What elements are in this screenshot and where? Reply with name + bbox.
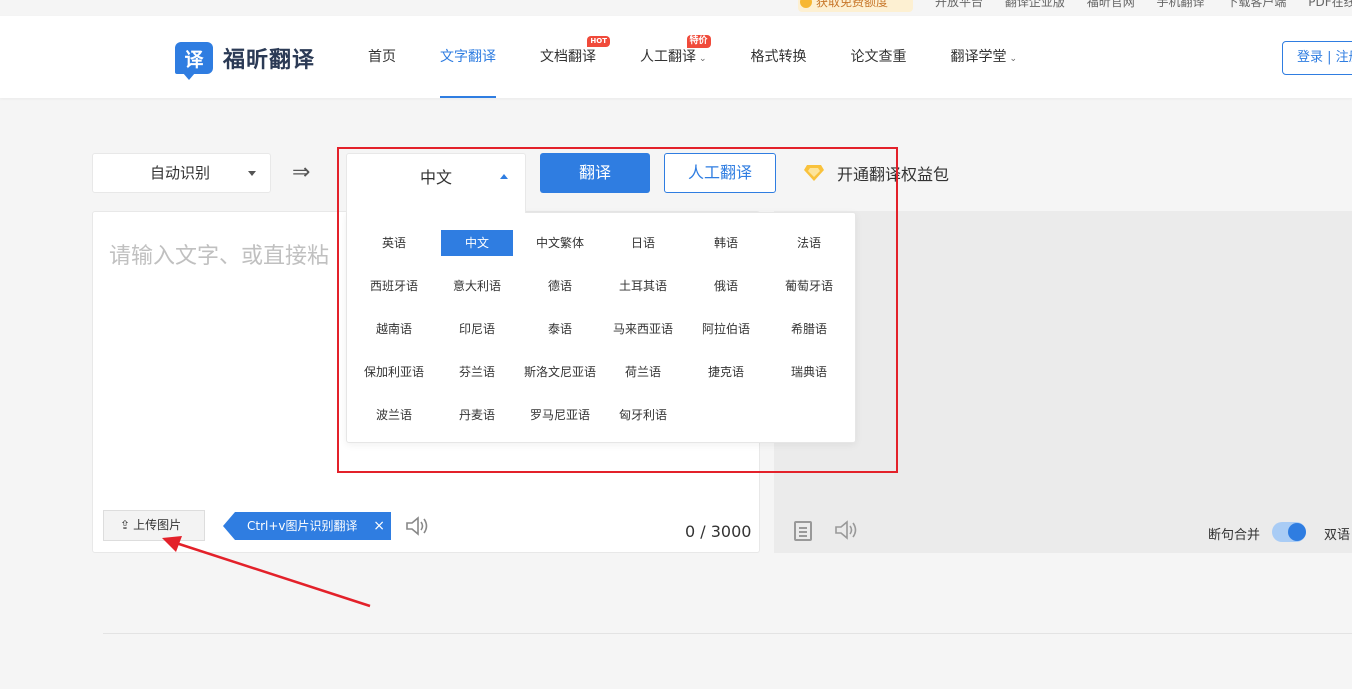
- language-option[interactable]: 斯洛文尼亚语: [524, 359, 596, 385]
- paste-image-tip: Ctrl+v图片识别翻译 ×: [223, 512, 391, 540]
- top-links: 开放平台 翻译企业版 福昕官网 手机翻译 下载客户端 PDF在线: [935, 0, 1352, 10]
- char-counter: 0 / 3000: [685, 522, 752, 541]
- language-grid: 英语 中文 中文繁体 日语 韩语 法语西班牙语 意大利语 德语 土耳其语 俄语 葡萄牙语越南语 印尼语…: [358, 230, 856, 445]
- nav-home[interactable]: 首页: [368, 16, 396, 98]
- language-option[interactable]: 德语: [524, 273, 596, 299]
- language-option[interactable]: 保加利亚语: [358, 359, 430, 385]
- top-link[interactable]: 翻译企业版: [1005, 0, 1065, 9]
- language-option[interactable]: 匈牙利语: [607, 402, 679, 428]
- language-option[interactable]: 日语: [607, 230, 679, 256]
- language-option[interactable]: 法语: [773, 230, 845, 256]
- chevron-down-icon: ⌄: [699, 54, 707, 64]
- language-option[interactable]: 阿拉伯语: [690, 316, 762, 342]
- logo-icon: 译: [175, 42, 213, 80]
- sentence-merge-label: 断句合并: [1208, 528, 1261, 543]
- language-option[interactable]: 波兰语: [358, 402, 430, 428]
- top-link[interactable]: 福昕官网: [1087, 0, 1135, 9]
- language-option[interactable]: 丹麦语: [441, 402, 513, 428]
- language-option[interactable]: 希腊语: [773, 316, 845, 342]
- target-language-dropdown: 英语 中文 中文繁体 日语 韩语 法语西班牙语 意大利语 德语 土耳其语 俄语 葡萄牙语越南语 印尼语…: [346, 212, 856, 443]
- language-option[interactable]: 俄语: [690, 273, 762, 299]
- nav-human-translate[interactable]: 人工翻译 ⌄ 特价: [640, 16, 711, 98]
- language-option[interactable]: 荷兰语: [607, 359, 679, 385]
- language-option[interactable]: 瑞典语: [773, 359, 845, 385]
- speaker-icon[interactable]: [834, 519, 858, 541]
- language-option[interactable]: 罗马尼亚语: [524, 402, 596, 428]
- translate-button[interactable]: 翻译: [540, 153, 650, 193]
- close-icon[interactable]: ×: [373, 512, 385, 540]
- language-option[interactable]: 英语: [358, 230, 430, 256]
- top-strip: 获取免费额度 开放平台 翻译企业版 福昕官网 手机翻译 下载客户端 PDF在线: [0, 0, 1352, 16]
- top-link[interactable]: 手机翻译: [1157, 0, 1205, 9]
- divider: [103, 633, 1352, 634]
- logo-text: 福昕翻译: [223, 48, 316, 73]
- vip-package-link[interactable]: 开通翻译权益包: [803, 161, 949, 185]
- language-option[interactable]: 印尼语: [441, 316, 513, 342]
- language-option[interactable]: 西班牙语: [358, 273, 430, 299]
- source-placeholder: 请输入文字、或直接粘: [109, 244, 330, 269]
- sentence-merge-toggle[interactable]: [1272, 522, 1306, 542]
- translation-output-panel: 断句合并 双语: [774, 211, 1352, 553]
- source-language-select[interactable]: 自动识别: [92, 153, 271, 193]
- bilingual-label[interactable]: 双语: [1324, 524, 1350, 543]
- nav-doc-translate[interactable]: 文档翻译 HOT: [540, 16, 610, 98]
- logo[interactable]: 译 福昕翻译: [175, 41, 316, 80]
- language-option[interactable]: 越南语: [358, 316, 430, 342]
- top-link[interactable]: 下载客户端: [1226, 0, 1286, 9]
- hot-badge: HOT: [587, 36, 610, 47]
- special-price-badge: 特价: [686, 35, 711, 48]
- login-register-button[interactable]: 登录 | 注册: [1282, 41, 1352, 75]
- site-header: 译 福昕翻译 首页 文字翻译 文档翻译 HOT 人工翻译 ⌄ 特价 格式转换 论文查重…: [0, 16, 1352, 98]
- language-option[interactable]: 土耳其语: [607, 273, 679, 299]
- speaker-icon[interactable]: [405, 515, 429, 537]
- nav-format-convert[interactable]: 格式转换: [751, 16, 807, 98]
- target-language-select[interactable]: 中文: [346, 153, 526, 213]
- language-option[interactable]: 马来西亚语: [607, 316, 679, 342]
- language-option[interactable]: 芬兰语: [441, 359, 513, 385]
- human-translate-button[interactable]: 人工翻译: [664, 153, 776, 193]
- upload-image-button[interactable]: ⇪ 上传图片: [103, 510, 205, 541]
- diamond-icon: [804, 165, 824, 181]
- language-option[interactable]: 葡萄牙语: [773, 273, 845, 299]
- nav-text-translate[interactable]: 文字翻译: [440, 16, 496, 98]
- caret-up-icon: [500, 174, 508, 179]
- language-option[interactable]: 意大利语: [441, 273, 513, 299]
- main-nav: 首页 文字翻译 文档翻译 HOT 人工翻译 ⌄ 特价 格式转换 论文查重 翻译学堂 ⌄: [368, 16, 1061, 98]
- language-option[interactable]: 中文: [441, 230, 513, 256]
- copy-icon[interactable]: [794, 521, 812, 541]
- nav-academy[interactable]: 翻译学堂 ⌄: [951, 16, 1018, 98]
- language-option[interactable]: 泰语: [524, 316, 596, 342]
- upload-icon: ⇪: [120, 518, 131, 532]
- language-option[interactable]: 中文繁体: [524, 230, 596, 256]
- coin-icon: [800, 0, 812, 8]
- chevron-down-icon: ⌄: [1009, 54, 1018, 64]
- top-link[interactable]: 开放平台: [935, 0, 983, 9]
- top-link[interactable]: PDF在线: [1308, 0, 1352, 9]
- language-option[interactable]: 韩语: [690, 230, 762, 256]
- caret-down-icon: [248, 171, 256, 176]
- free-credit-promo[interactable]: 获取免费额度: [798, 0, 913, 12]
- language-option[interactable]: 捷克语: [690, 359, 762, 385]
- nav-plagiarism-check[interactable]: 论文查重: [851, 16, 907, 98]
- swap-direction-icon[interactable]: ⇒: [292, 160, 310, 185]
